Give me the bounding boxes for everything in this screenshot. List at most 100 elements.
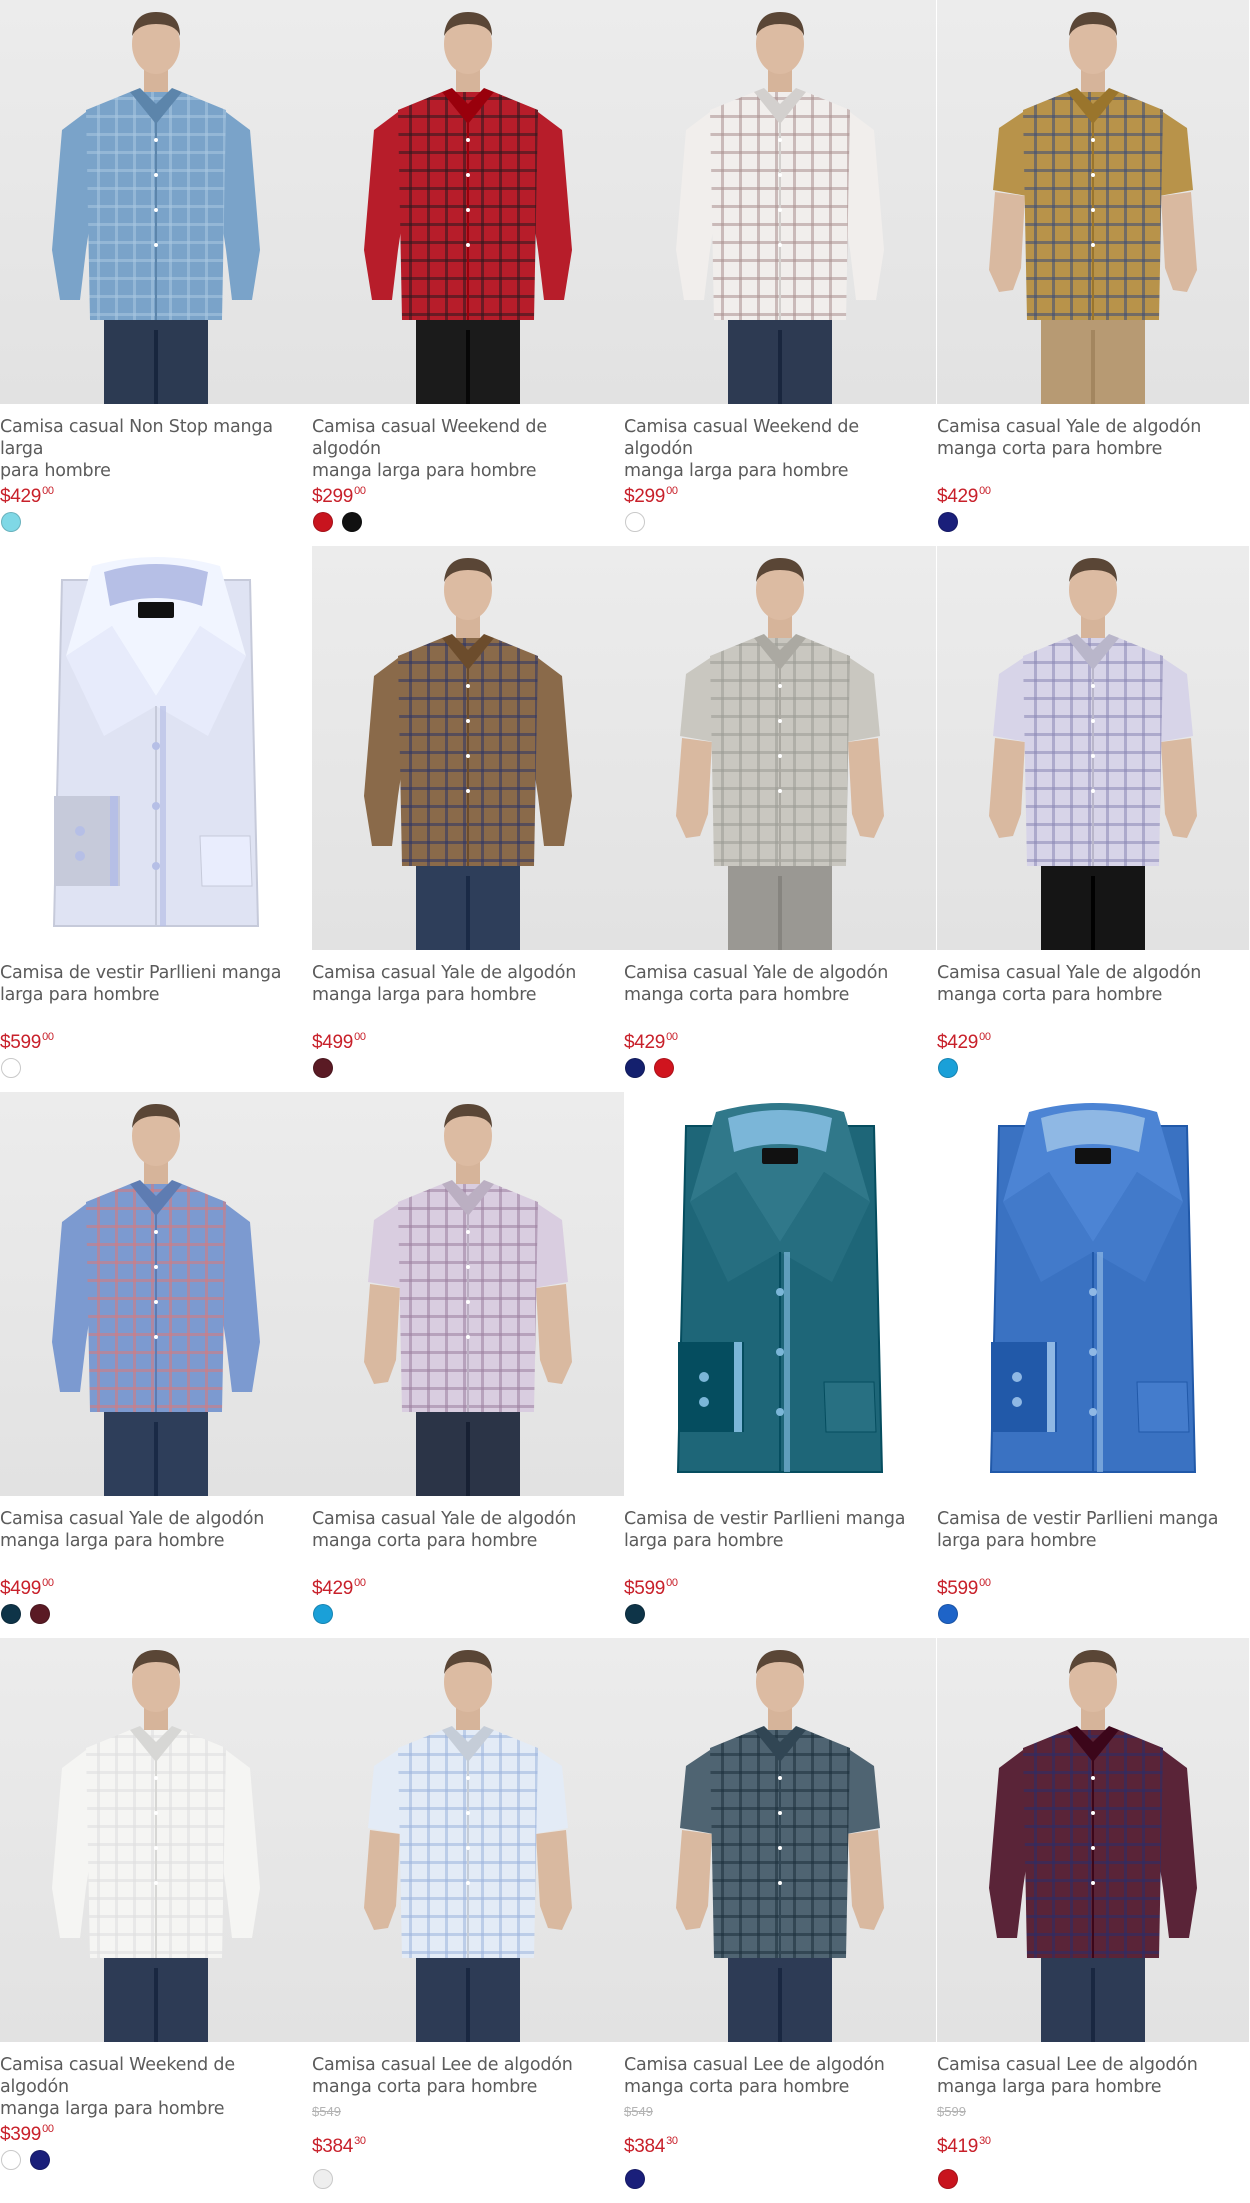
- product-image[interactable]: [937, 546, 1249, 950]
- price-cents: 00: [666, 1031, 678, 1043]
- color-swatch[interactable]: [654, 1058, 674, 1078]
- color-swatch[interactable]: [625, 1058, 645, 1078]
- product-card[interactable]: Camisa casual Lee de algodón manga larga…: [937, 1638, 1250, 2203]
- product-image[interactable]: [624, 546, 936, 950]
- color-swatches: [625, 1058, 674, 1078]
- product-title-link[interactable]: Camisa casual Lee de algodón manga larga…: [937, 2054, 1243, 2098]
- product-price: $49900: [312, 1026, 366, 1054]
- product-price: $42900: [0, 480, 54, 508]
- product-image[interactable]: [312, 1638, 624, 2042]
- product-price: $38430: [312, 2130, 366, 2158]
- price-integer: $384: [624, 2136, 666, 2157]
- color-swatch[interactable]: [625, 512, 645, 532]
- color-swatch[interactable]: [342, 512, 362, 532]
- product-card[interactable]: Camisa casual Yale de algodón manga cort…: [937, 546, 1250, 1092]
- price-integer: $299: [624, 486, 666, 507]
- product-title-link[interactable]: Camisa casual Yale de algodón manga cort…: [937, 962, 1243, 1006]
- color-swatch[interactable]: [313, 2169, 333, 2189]
- price-cents: 00: [42, 2123, 54, 2135]
- color-swatches: [625, 1604, 645, 1624]
- color-swatch[interactable]: [938, 512, 958, 532]
- product-image[interactable]: [937, 0, 1249, 404]
- product-card[interactable]: Camisa casual Weekend de algodón manga l…: [312, 0, 624, 546]
- color-swatch[interactable]: [625, 1604, 645, 1624]
- product-card[interactable]: Camisa casual Yale de algodón manga cort…: [312, 1092, 624, 1638]
- color-swatch[interactable]: [625, 2169, 645, 2189]
- color-swatches: [313, 1058, 333, 1078]
- price-cents: 00: [42, 1031, 54, 1043]
- color-swatch[interactable]: [30, 2150, 50, 2170]
- color-swatch[interactable]: [1, 512, 21, 532]
- product-image[interactable]: [0, 1092, 312, 1496]
- product-card[interactable]: Camisa casual Yale de algodón manga larg…: [312, 546, 624, 1092]
- product-title-link[interactable]: Camisa casual Yale de algodón manga larg…: [312, 962, 618, 1006]
- price-integer: $599: [624, 1578, 666, 1599]
- product-title-link[interactable]: Camisa de vestir Parllieni manga larga p…: [937, 1508, 1243, 1552]
- price-cents: 30: [666, 2135, 678, 2147]
- color-swatch[interactable]: [1, 2150, 21, 2170]
- price-cents: 00: [979, 1577, 991, 1589]
- price-integer: $384: [312, 2136, 354, 2157]
- color-swatch[interactable]: [313, 1604, 333, 1624]
- color-swatch[interactable]: [1, 1604, 21, 1624]
- price-integer: $599: [937, 1578, 979, 1599]
- color-swatch[interactable]: [938, 1058, 958, 1078]
- product-price: $49900: [0, 1572, 54, 1600]
- product-image[interactable]: [624, 1092, 936, 1496]
- product-image[interactable]: [937, 1092, 1249, 1496]
- product-card[interactable]: Camisa de vestir Parllieni manga larga p…: [0, 546, 312, 1092]
- product-title-link[interactable]: Camisa casual Weekend de algodón manga l…: [0, 2054, 306, 2120]
- product-title-link[interactable]: Camisa de vestir Parllieni manga larga p…: [0, 962, 306, 1006]
- product-card[interactable]: Camisa casual Yale de algodón manga cort…: [937, 0, 1250, 546]
- product-title-link[interactable]: Camisa casual Lee de algodón manga corta…: [624, 2054, 930, 2098]
- product-card[interactable]: Camisa casual Lee de algodón manga corta…: [312, 1638, 624, 2203]
- product-image[interactable]: [312, 1092, 624, 1496]
- color-swatch[interactable]: [313, 1058, 333, 1078]
- product-image[interactable]: [624, 1638, 936, 2042]
- color-swatch[interactable]: [938, 1604, 958, 1624]
- color-swatches: [313, 2169, 333, 2189]
- product-image[interactable]: [312, 546, 624, 950]
- product-title-link[interactable]: Camisa casual Yale de algodón manga cort…: [937, 416, 1243, 460]
- product-image[interactable]: [0, 0, 312, 404]
- product-title-link[interactable]: Camisa casual Non Stop manga larga para …: [0, 416, 306, 482]
- product-title-link[interactable]: Camisa casual Yale de algodón manga larg…: [0, 1508, 306, 1552]
- color-swatches: [938, 1604, 958, 1624]
- color-swatch[interactable]: [1, 1058, 21, 1078]
- color-swatch[interactable]: [938, 2169, 958, 2189]
- product-price: $59900: [624, 1572, 678, 1600]
- price-cents: 00: [42, 485, 54, 497]
- color-swatch[interactable]: [313, 512, 333, 532]
- product-title-link[interactable]: Camisa casual Lee de algodón manga corta…: [312, 2054, 618, 2098]
- product-card[interactable]: Camisa casual Weekend de algodón manga l…: [0, 1638, 312, 2203]
- product-card[interactable]: Camisa casual Lee de algodón manga corta…: [624, 1638, 937, 2203]
- price-integer: $429: [0, 486, 42, 507]
- product-card[interactable]: Camisa de vestir Parllieni manga larga p…: [624, 1092, 937, 1638]
- product-price: $38430: [624, 2130, 678, 2158]
- product-title-link[interactable]: Camisa casual Weekend de algodón manga l…: [312, 416, 618, 482]
- product-image[interactable]: [312, 0, 624, 404]
- product-card[interactable]: Camisa casual Yale de algodón manga cort…: [624, 546, 937, 1092]
- product-card[interactable]: Camisa casual Non Stop manga larga para …: [0, 0, 312, 546]
- color-swatch[interactable]: [30, 1604, 50, 1624]
- product-title-link[interactable]: Camisa de vestir Parllieni manga larga p…: [624, 1508, 930, 1552]
- product-title-link[interactable]: Camisa casual Weekend de algodón manga l…: [624, 416, 930, 482]
- price-cents: 00: [979, 485, 991, 497]
- color-swatches: [1, 1058, 21, 1078]
- product-title-link[interactable]: Camisa casual Yale de algodón manga cort…: [624, 962, 930, 1006]
- price-cents: 30: [979, 2135, 991, 2147]
- product-card[interactable]: Camisa casual Weekend de algodón manga l…: [624, 0, 937, 546]
- product-title-link[interactable]: Camisa casual Yale de algodón manga cort…: [312, 1508, 618, 1552]
- product-price: $42900: [624, 1026, 678, 1054]
- original-price: $599: [937, 2104, 966, 2119]
- product-card[interactable]: Camisa casual Yale de algodón manga larg…: [0, 1092, 312, 1638]
- product-image[interactable]: [937, 1638, 1249, 2042]
- product-price: $42900: [937, 480, 991, 508]
- product-image[interactable]: [0, 546, 312, 950]
- product-card[interactable]: Camisa de vestir Parllieni manga larga p…: [937, 1092, 1250, 1638]
- product-grid: Camisa casual Non Stop manga larga para …: [0, 0, 1250, 2203]
- product-price: $42900: [312, 1572, 366, 1600]
- product-image[interactable]: [624, 0, 936, 404]
- color-swatches: [313, 1604, 333, 1624]
- product-image[interactable]: [0, 1638, 312, 2042]
